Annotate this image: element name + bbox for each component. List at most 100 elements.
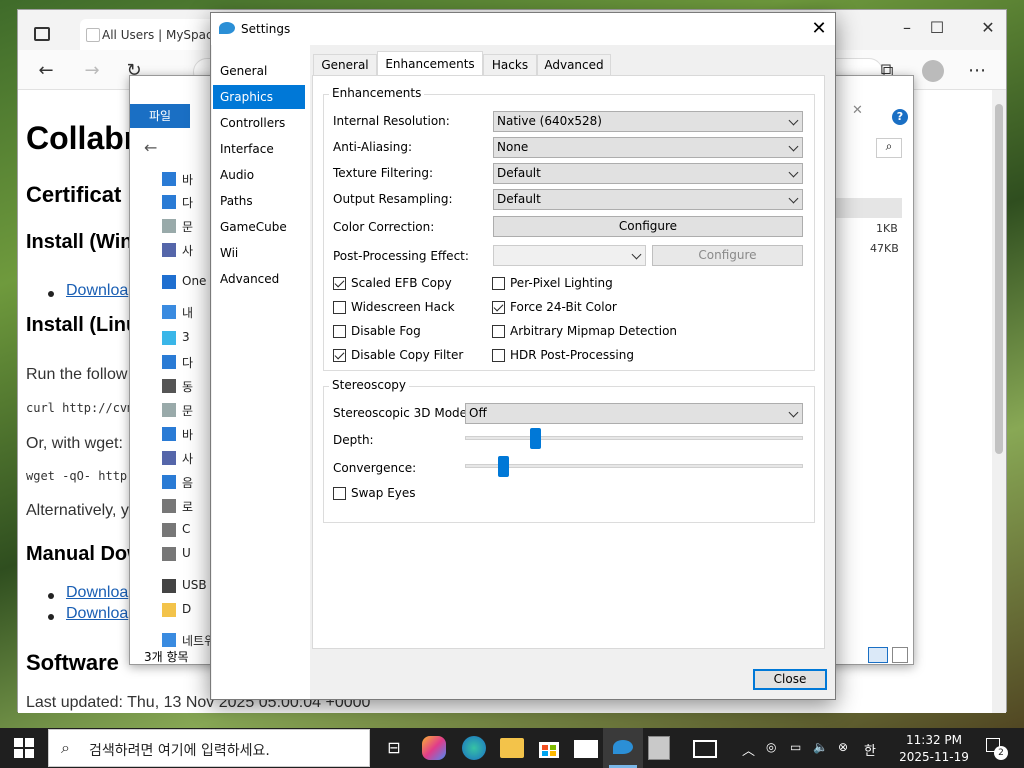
- copilot-icon[interactable]: [422, 736, 446, 760]
- depth-slider-handle[interactable]: [530, 428, 542, 449]
- post-processing-label: Post-Processing Effect:: [333, 249, 469, 263]
- explorer-sidebar-item[interactable]: 동: [136, 375, 216, 397]
- search-icon[interactable]: ⌕: [876, 138, 902, 158]
- tab-enhancements[interactable]: Enhancements: [377, 51, 483, 76]
- explorer-sidebar-item[interactable]: 문: [136, 215, 216, 237]
- forward-icon[interactable]: →: [78, 60, 106, 81]
- chevron-down-icon: [788, 407, 799, 418]
- depth-slider[interactable]: [465, 436, 803, 440]
- swap-eyes-checkbox[interactable]: [333, 487, 346, 500]
- stereo-mode-select[interactable]: Off: [465, 403, 803, 424]
- tab-hacks[interactable]: Hacks: [483, 54, 537, 75]
- chevron-up-icon[interactable]: ︿: [742, 740, 755, 759]
- explorer-sidebar-item[interactable]: 3: [136, 327, 216, 349]
- document-icon: [162, 403, 176, 417]
- close-button[interactable]: Close: [753, 669, 827, 690]
- clock-date[interactable]: 2025-11-19: [895, 750, 973, 764]
- widescreen-hack-checkbox[interactable]: [333, 301, 346, 314]
- more-menu-icon[interactable]: ⋯: [963, 60, 991, 81]
- download-link[interactable]: Downloa: [66, 605, 128, 623]
- arbitrary-mipmap-detection-checkbox[interactable]: [492, 325, 505, 338]
- browser-tab[interactable]: All Users | MySpace4: [80, 19, 228, 50]
- texture-filtering-select[interactable]: Default: [493, 163, 803, 184]
- help-icon[interactable]: ?: [892, 109, 908, 125]
- per-pixel-lighting-checkbox[interactable]: [492, 277, 505, 290]
- post-processing-configure-button[interactable]: Configure: [652, 245, 803, 266]
- sidebar-item-graphics[interactable]: Graphics: [213, 85, 305, 109]
- close-icon[interactable]: ✕: [807, 17, 831, 41]
- output-resampling-select[interactable]: Default: [493, 189, 803, 210]
- windows-start-icon[interactable]: [14, 738, 34, 758]
- sidebar-item-paths[interactable]: Paths: [213, 189, 305, 213]
- explorer-sidebar-item[interactable]: One: [136, 271, 216, 293]
- page-scrollbar[interactable]: [992, 90, 1006, 713]
- error-icon[interactable]: ⊗: [838, 740, 848, 754]
- news-widget-icon[interactable]: [693, 740, 717, 758]
- sidebar-item-general[interactable]: General: [213, 59, 305, 83]
- explorer-sidebar-item[interactable]: 바: [136, 423, 216, 445]
- selected-row[interactable]: [830, 198, 902, 218]
- store-icon[interactable]: [537, 736, 561, 760]
- explorer-sidebar-item[interactable]: USB: [136, 575, 216, 597]
- sidebar-item-interface[interactable]: Interface: [213, 137, 305, 161]
- file-explorer-icon[interactable]: [500, 738, 524, 758]
- close-icon[interactable]: ✕: [852, 103, 884, 121]
- convergence-slider-handle[interactable]: [497, 456, 509, 477]
- sidebar-item-wii[interactable]: Wii: [213, 241, 305, 265]
- picture-icon: [162, 243, 176, 257]
- volume-muted-icon[interactable]: 🔈: [813, 740, 828, 754]
- back-icon[interactable]: ←: [144, 138, 157, 157]
- explorer-sidebar-item[interactable]: 사: [136, 447, 216, 469]
- taskbar-search-box[interactable]: ⌕ 검색하려면 여기에 입력하세요.: [48, 729, 370, 767]
- sidebar-item-audio[interactable]: Audio: [213, 163, 305, 187]
- sidebar-item-advanced[interactable]: Advanced: [213, 267, 305, 291]
- file-menu[interactable]: 파일: [130, 104, 190, 128]
- download-link[interactable]: Downloa: [66, 584, 128, 602]
- tab-actions-icon[interactable]: [34, 27, 50, 41]
- tiles-view-icon[interactable]: [892, 647, 908, 663]
- network-icon[interactable]: ▭: [790, 740, 801, 754]
- explorer-sidebar-item[interactable]: 다: [136, 351, 216, 373]
- scrollbar-thumb[interactable]: [995, 104, 1003, 454]
- clock-time[interactable]: 11:32 PM: [903, 733, 965, 747]
- explorer-sidebar-item[interactable]: 내: [136, 301, 216, 323]
- convergence-slider[interactable]: [465, 464, 803, 468]
- meet-icon[interactable]: ◎: [766, 740, 776, 754]
- notification-center-icon[interactable]: 2: [984, 736, 1008, 760]
- scaled-efb-copy-checkbox[interactable]: [333, 277, 346, 290]
- explorer-sidebar-item[interactable]: C: [136, 519, 216, 541]
- dolphin-taskbar-button[interactable]: [603, 728, 643, 768]
- hdr-post-processing-checkbox[interactable]: [492, 349, 505, 362]
- explorer-sidebar-item[interactable]: U: [136, 543, 216, 565]
- explorer-sidebar-item[interactable]: 사: [136, 239, 216, 261]
- edge-icon[interactable]: [462, 736, 486, 760]
- explorer-sidebar-item[interactable]: 다: [136, 191, 216, 213]
- explorer-sidebar-item[interactable]: 바: [136, 168, 216, 190]
- anti-aliasing-select[interactable]: None: [493, 137, 803, 158]
- minimize-icon[interactable]: –: [892, 18, 922, 37]
- close-icon[interactable]: ✕: [973, 18, 1003, 37]
- explorer-sidebar-item[interactable]: D: [136, 599, 216, 621]
- task-view-icon[interactable]: ⊟: [380, 734, 408, 762]
- sidebar-item-gamecube[interactable]: GameCube: [213, 215, 305, 239]
- explorer-sidebar-item[interactable]: 음: [136, 471, 216, 493]
- post-processing-select[interactable]: [493, 245, 646, 266]
- download-link[interactable]: Downloa: [66, 282, 128, 300]
- maximize-icon[interactable]: ☐: [922, 18, 952, 37]
- sidebar-item-controllers[interactable]: Controllers: [213, 111, 305, 135]
- color-correction-configure-button[interactable]: Configure: [493, 216, 803, 237]
- profile-avatar[interactable]: [922, 60, 944, 82]
- force-24-bit-color-checkbox[interactable]: [492, 301, 505, 314]
- explorer-sidebar-item[interactable]: 로: [136, 495, 216, 517]
- details-view-icon[interactable]: [868, 647, 888, 663]
- explorer-sidebar-item[interactable]: 문: [136, 399, 216, 421]
- app-icon[interactable]: [648, 736, 670, 760]
- back-icon[interactable]: ←: [32, 60, 60, 81]
- internal-resolution-select[interactable]: Native (640x528): [493, 111, 803, 132]
- ime-indicator[interactable]: 한: [864, 740, 876, 759]
- tab-general[interactable]: General: [313, 54, 377, 75]
- disable-copy-filter-checkbox[interactable]: [333, 349, 346, 362]
- tab-advanced[interactable]: Advanced: [537, 54, 611, 75]
- mail-icon[interactable]: [574, 740, 598, 758]
- disable-fog-checkbox[interactable]: [333, 325, 346, 338]
